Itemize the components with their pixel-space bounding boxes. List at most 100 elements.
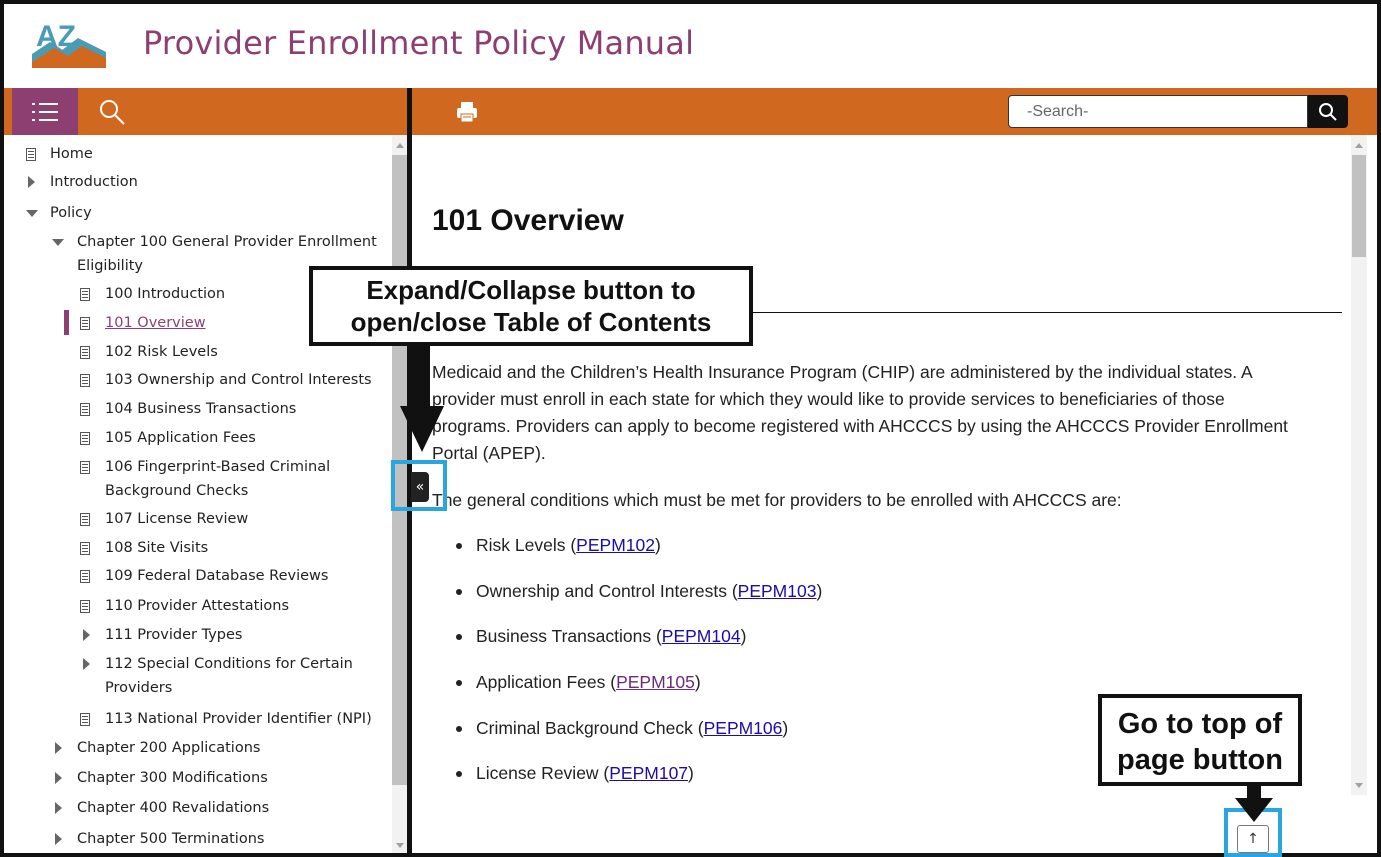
pepm-link[interactable]: PEPM102	[576, 535, 655, 555]
list-item-label: Ownership and Control Interests (	[476, 581, 738, 601]
document-icon	[80, 513, 90, 526]
list-item-label: Business Transactions (	[476, 626, 662, 646]
toc-item-label: 104 Business Transactions	[105, 401, 297, 417]
pepm-link[interactable]: PEPM103	[738, 581, 817, 601]
content-scrollbar-thumb[interactable]	[1352, 155, 1366, 257]
list-item-close: )	[782, 718, 789, 738]
list-item-close: )	[688, 763, 694, 783]
pepm-link[interactable]: PEPM104	[662, 626, 741, 646]
content-paragraph-2: The general conditions which must be met…	[432, 490, 1122, 510]
toc-item-label: Home	[50, 146, 93, 162]
toc-item-label: Chapter 100 General Provider Enrollment	[77, 234, 377, 250]
scroll-up-icon[interactable]	[1355, 143, 1363, 148]
list-item-label: License Review (	[476, 763, 610, 783]
svg-text:AZ: AZ	[36, 20, 76, 53]
pepm-link[interactable]: PEPM106	[704, 718, 783, 738]
bullet-dot	[456, 634, 462, 640]
scroll-down-icon[interactable]	[1355, 783, 1363, 788]
toc-item-label: 113 National Provider Identifier (NPI)	[105, 711, 372, 727]
bullet-dot	[456, 771, 462, 777]
toc-item-label: 109 Federal Database Reviews	[105, 568, 329, 584]
search-icon	[1319, 102, 1337, 121]
toc-item-label: 103 Ownership and Control Interests	[105, 372, 372, 388]
document-icon	[26, 148, 36, 161]
toc-item-label: Chapter 300 Modifications	[77, 770, 268, 786]
chevron-right-icon[interactable]	[55, 833, 62, 845]
document-icon	[80, 542, 90, 555]
document-icon	[80, 374, 90, 387]
list-item-close: )	[694, 672, 701, 692]
chevron-down-icon[interactable]	[52, 239, 64, 246]
document-icon	[80, 713, 90, 726]
toc-item-label: Chapter 200 Applications	[77, 740, 261, 756]
content-heading: 101 Overview	[432, 204, 624, 237]
print-button[interactable]	[452, 100, 482, 124]
search-submit-button[interactable]	[1308, 95, 1348, 128]
list-item-text: Criminal Background Check (PEPM106)	[476, 718, 788, 739]
go-to-top-callout: Go to top of page button	[1098, 694, 1302, 786]
scroll-down-icon[interactable]	[396, 843, 404, 848]
document-icon	[80, 600, 90, 613]
page-title: Provider Enrollment Policy Manual	[143, 24, 695, 62]
toc-item-label-cont: Providers	[105, 680, 173, 696]
expand-button-highlight	[391, 460, 447, 511]
list-item-text: Business Transactions (PEPM104)	[476, 626, 746, 647]
toc-item-label: 110 Provider Attestations	[105, 598, 290, 614]
list-item-text: Risk Levels (PEPM102)	[476, 535, 661, 556]
pepm-link[interactable]: PEPM105	[616, 672, 695, 692]
toc-item-label: 111 Provider Types	[105, 627, 243, 643]
toc-item-label: 106 Fingerprint-Based Criminal	[105, 459, 331, 475]
paragraph-line: programs. Providers can apply to become …	[432, 416, 1288, 436]
chevron-right-icon[interactable]	[28, 176, 35, 188]
toc-item-label: 101 Overview	[105, 315, 206, 331]
document-icon	[80, 570, 90, 583]
az-logo: AZ	[32, 20, 106, 68]
list-item-text: License Review (PEPM107)	[476, 763, 694, 784]
chevron-down-icon[interactable]	[26, 210, 38, 217]
toc-item-label: Introduction	[50, 174, 138, 190]
chevron-right-icon[interactable]	[55, 742, 62, 754]
toc-item-label: Chapter 400 Revalidations	[77, 800, 270, 816]
expand-collapse-callout: Expand/Collapse button to open/close Tab…	[309, 266, 753, 346]
printer-icon	[457, 102, 477, 123]
toc-item-label-cont: Background Checks	[105, 483, 249, 499]
bullet-dot	[456, 726, 462, 732]
search-toggle-button[interactable]	[95, 95, 129, 129]
chevron-right-icon[interactable]	[55, 772, 62, 784]
toc-item-label: 105 Application Fees	[105, 430, 256, 446]
search-input[interactable]	[1008, 95, 1308, 128]
callout-arrow-down-icon	[1235, 784, 1273, 822]
callout-line: page button	[1117, 744, 1283, 776]
scroll-up-icon[interactable]	[396, 143, 404, 148]
document-icon	[80, 317, 90, 330]
paragraph-line: provider must enroll in each state for w…	[432, 389, 1225, 409]
content-paragraph-1: Medicaid and the Children’s Health Insur…	[432, 359, 1288, 467]
chevron-right-icon[interactable]	[55, 802, 62, 814]
list-item-close: )	[816, 581, 823, 601]
document-icon	[80, 346, 90, 359]
callout-line: open/close Table of Contents	[350, 307, 712, 337]
toc-item-label: 112 Special Conditions for Certain	[105, 656, 353, 672]
callout-line: Expand/Collapse button to	[366, 275, 696, 305]
toc-item-label: Policy	[50, 205, 92, 221]
pepm-link[interactable]: PEPM107	[609, 763, 688, 783]
toc-item-label-cont: Eligibility	[77, 258, 144, 274]
toc-item-label: 107 License Review	[105, 511, 249, 527]
toc-toggle-button[interactable]	[12, 88, 78, 135]
list-item-text: Ownership and Control Interests (PEPM103…	[476, 581, 822, 602]
document-icon	[80, 403, 90, 416]
list-item-label: Application Fees (	[476, 672, 617, 692]
chevron-right-icon[interactable]	[83, 658, 90, 670]
document-icon	[80, 432, 90, 445]
chevron-right-icon[interactable]	[83, 629, 90, 641]
document-icon	[80, 461, 90, 474]
list-icon	[32, 102, 58, 121]
paragraph-line: Portal (APEP).	[432, 443, 546, 463]
list-item-text: Application Fees (PEPM105)	[476, 672, 701, 693]
callout-line: Go to top of	[1117, 708, 1283, 740]
bullet-dot	[456, 543, 462, 549]
document-icon	[80, 288, 90, 301]
list-item-label: Risk Levels (	[476, 535, 577, 555]
toc-item-label: 108 Site Visits	[105, 540, 209, 556]
list-item-close: )	[654, 535, 661, 555]
